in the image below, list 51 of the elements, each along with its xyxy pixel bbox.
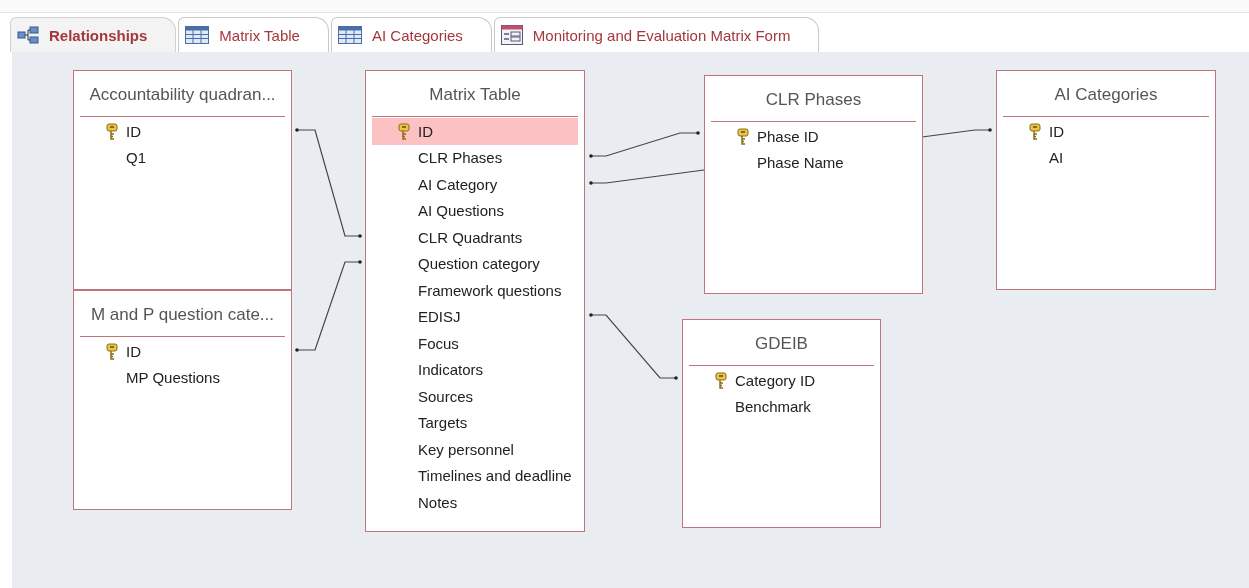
- field-item[interactable]: ID: [80, 118, 285, 145]
- field-item[interactable]: Key personnel: [372, 436, 578, 463]
- field-item[interactable]: Phase Name: [711, 149, 916, 176]
- document-tab[interactable]: Monitoring and Evaluation Matrix Form: [493, 17, 820, 52]
- table-window[interactable]: GDEIB Category ID Benchmark: [682, 319, 881, 528]
- document-tab[interactable]: AI Categories: [330, 17, 492, 52]
- field-item[interactable]: Notes: [372, 489, 578, 516]
- field-item[interactable]: Targets: [372, 409, 578, 436]
- field-item[interactable]: Question category: [372, 250, 578, 277]
- field-item[interactable]: MP Questions: [80, 364, 285, 391]
- field-item[interactable]: ID: [80, 338, 285, 365]
- field-item[interactable]: Benchmark: [689, 393, 874, 420]
- field-item[interactable]: EDISJ: [372, 303, 578, 330]
- field-item[interactable]: Framework questions: [372, 277, 578, 304]
- table-title: CLR Phases: [764, 89, 863, 111]
- table-title: M and P question cate...: [90, 304, 275, 326]
- relationships-icon: [17, 26, 39, 44]
- field-item[interactable]: CLR Phases: [372, 144, 578, 171]
- key-icon: [1029, 122, 1041, 140]
- key-icon: [715, 371, 727, 389]
- table-icon: [337, 26, 362, 44]
- table-window[interactable]: M and P question cate... ID MP Questions: [73, 290, 292, 510]
- field-item[interactable]: Phase ID: [711, 123, 916, 150]
- document-tab[interactable]: Matrix Table: [178, 17, 329, 52]
- field-item[interactable]: AI Category: [372, 171, 578, 198]
- key-icon: [106, 342, 118, 360]
- document-tab[interactable]: Relationships: [10, 17, 177, 52]
- table-title: Accountability quadran...: [88, 84, 277, 106]
- table-window[interactable]: Accountability quadran... ID Q1: [73, 70, 292, 290]
- table-title: AI Categories: [1053, 84, 1159, 106]
- key-icon: [398, 122, 410, 140]
- field-item[interactable]: Indicators: [372, 356, 578, 383]
- key-icon: [737, 127, 749, 145]
- field-item[interactable]: Focus: [372, 330, 578, 357]
- field-item[interactable]: ID: [372, 118, 578, 145]
- table-window[interactable]: CLR Phases Phase ID Phase Name: [704, 75, 923, 294]
- field-item[interactable]: ID: [1003, 118, 1209, 145]
- field-item[interactable]: Category ID: [689, 367, 874, 394]
- field-item[interactable]: AI: [1003, 144, 1209, 171]
- table-title: Matrix Table: [428, 84, 522, 106]
- key-icon: [106, 122, 118, 140]
- field-item[interactable]: Sources: [372, 383, 578, 410]
- form-icon: [500, 25, 523, 45]
- field-item[interactable]: Q1: [80, 144, 285, 171]
- field-item[interactable]: CLR Quadrants: [372, 224, 578, 251]
- table-title: GDEIB: [754, 333, 809, 355]
- table-icon: [185, 26, 210, 44]
- field-item[interactable]: AI Questions: [372, 197, 578, 224]
- field-item[interactable]: Timelines and deadline: [372, 462, 578, 489]
- table-window[interactable]: Matrix Table ID CLR Phases AI Category AI Questions CLR Quadrants Question category Framework questions EDISJ Focus Indicators Sources Targets Key personnel Timelines and deadline Notes: [365, 70, 585, 532]
- table-window[interactable]: AI Categories ID AI: [996, 70, 1216, 290]
